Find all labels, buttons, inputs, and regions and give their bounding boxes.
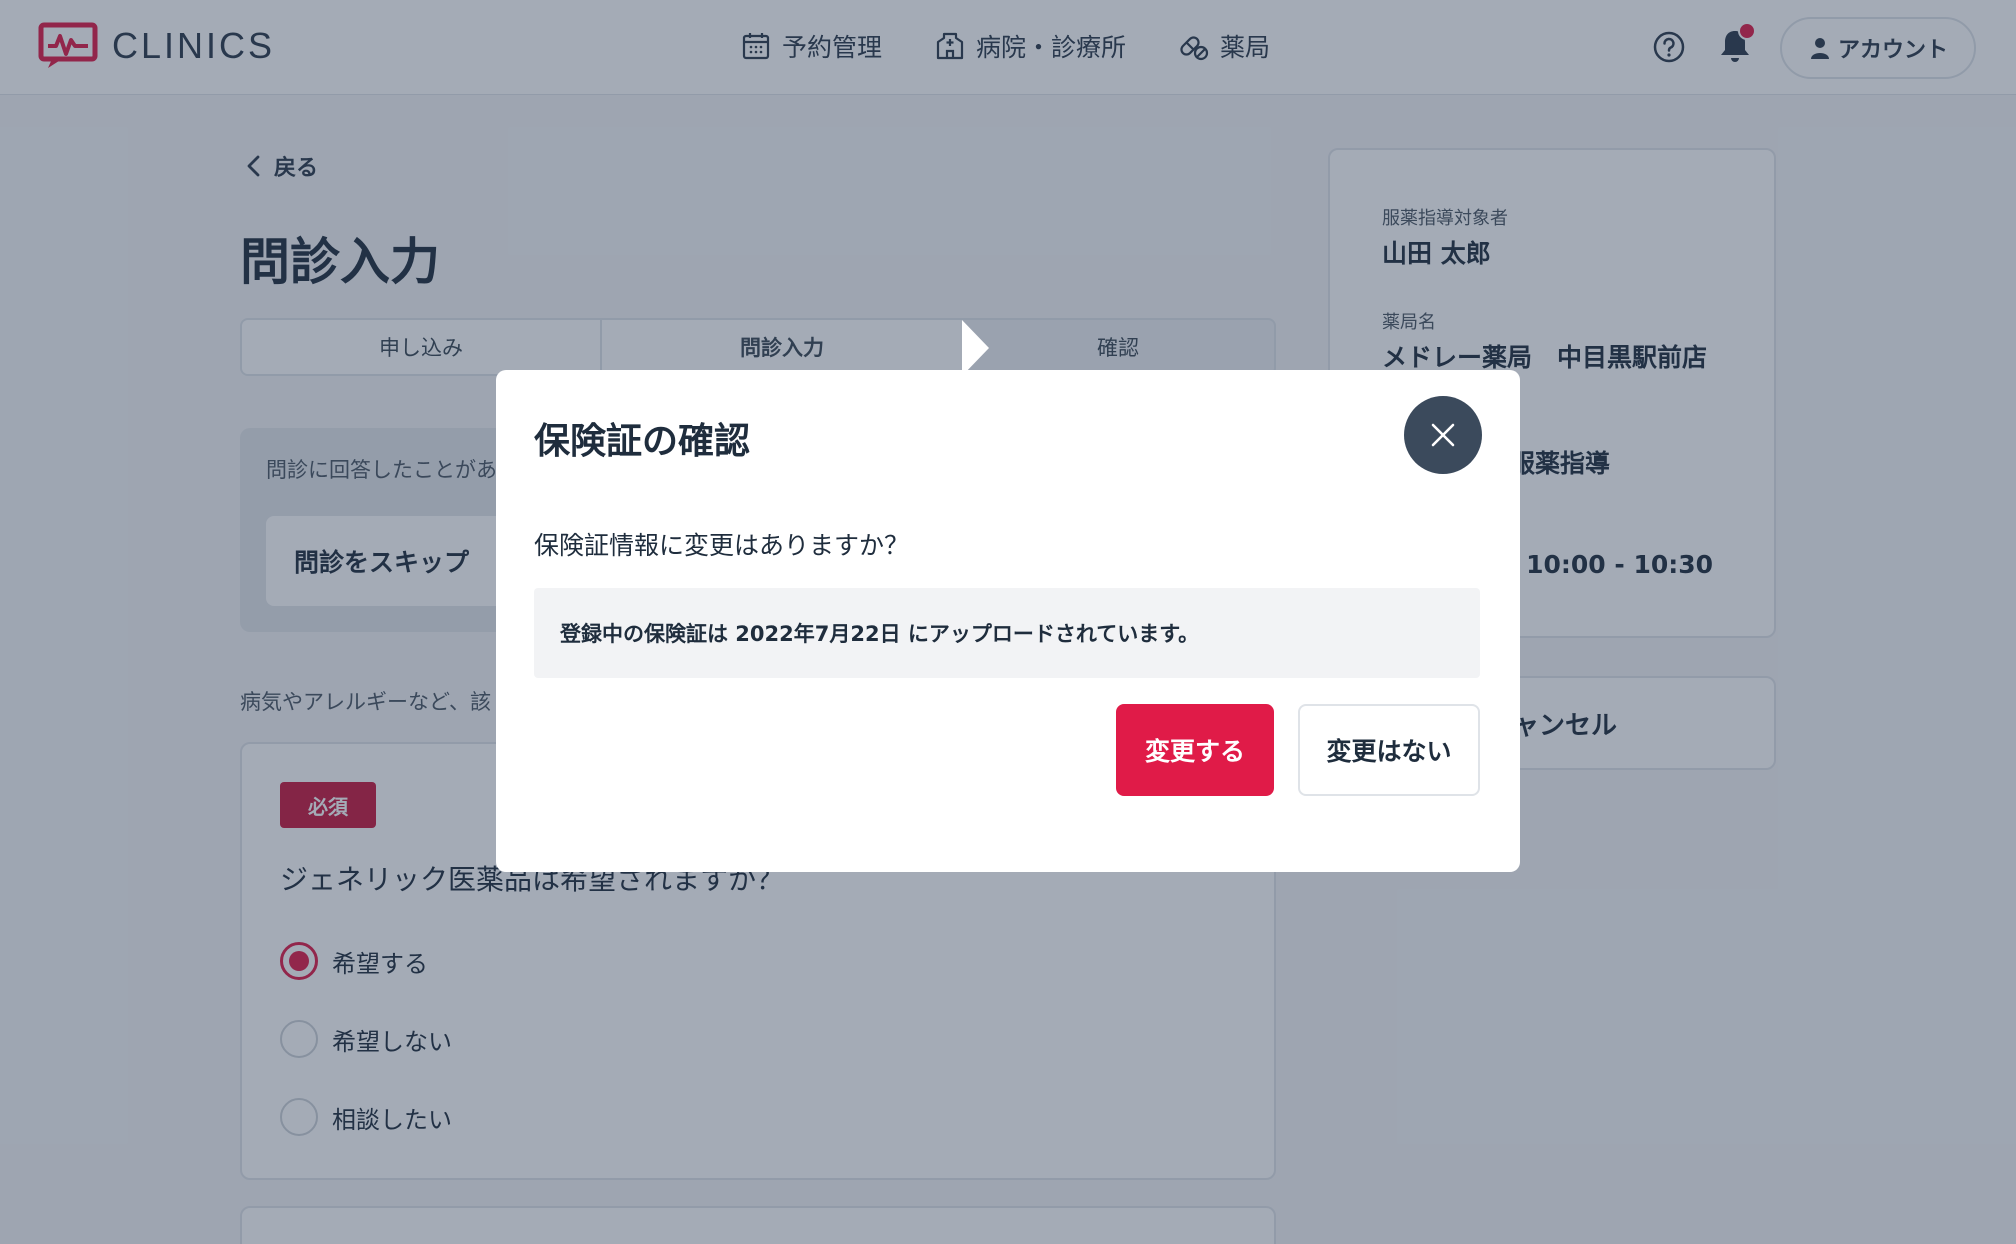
insurance-card-dialog: 保険証の確認 保険証情報に変更はありますか？ 登録中の保険証は 2022年7月2… [496, 370, 1520, 872]
dialog-title: 保険証の確認 [534, 421, 751, 462]
insurance-upload-info: 登録中の保険証は 2022年7月22日 にアップロードされています。 [534, 588, 1480, 678]
dialog-question: 保険証情報に変更はありますか？ [534, 531, 910, 560]
close-button[interactable] [1404, 396, 1482, 474]
close-icon [1431, 423, 1455, 447]
change-insurance-button[interactable]: 変更する [1116, 704, 1274, 796]
no-change-button[interactable]: 変更はない [1298, 704, 1480, 796]
